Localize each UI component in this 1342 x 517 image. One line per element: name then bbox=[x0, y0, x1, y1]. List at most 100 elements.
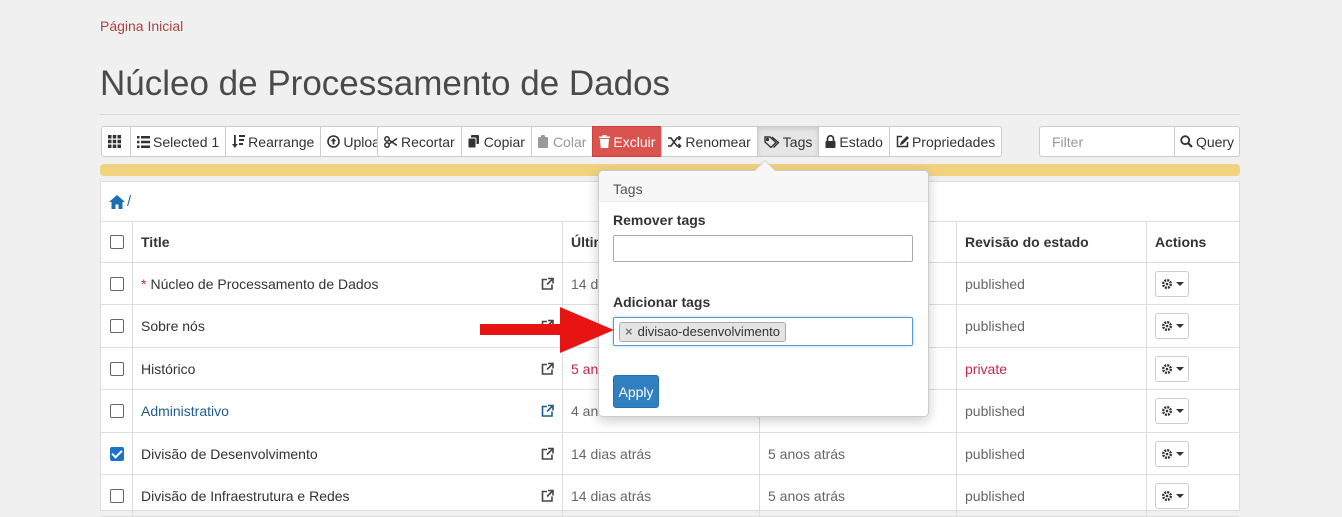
trash-icon bbox=[599, 135, 611, 148]
row-state-cell: private bbox=[957, 348, 1147, 389]
select-all-checkbox[interactable] bbox=[109, 235, 124, 249]
shuffle-icon bbox=[668, 135, 683, 148]
row-actions-button[interactable] bbox=[1155, 313, 1189, 339]
header-state[interactable]: Revisão do estado bbox=[957, 222, 1147, 262]
list-icon bbox=[137, 135, 150, 148]
rearrange-label: Rearrange bbox=[248, 133, 315, 150]
row-checkbox[interactable] bbox=[109, 404, 124, 418]
row-checkbox[interactable] bbox=[109, 446, 124, 461]
paste-label: Colar bbox=[552, 133, 587, 150]
title-divider bbox=[100, 114, 1240, 115]
row-title-cell: Divisão de Infraestrutura e Redes bbox=[133, 475, 563, 516]
row-state-cell: published bbox=[957, 305, 1147, 347]
copy-icon bbox=[467, 135, 479, 148]
header-actions: Actions bbox=[1155, 234, 1207, 250]
row-actions-cell bbox=[1147, 475, 1241, 516]
toolbar-group-view: Selected 1 Rearrange Upload bbox=[101, 126, 395, 157]
properties-button[interactable]: Propriedades bbox=[888, 126, 1003, 157]
header-title[interactable]: Title bbox=[133, 222, 563, 262]
paste-button[interactable]: Colar bbox=[530, 126, 594, 157]
row-actions-button[interactable] bbox=[1155, 440, 1189, 467]
row-title-link[interactable]: Histórico bbox=[141, 361, 195, 377]
table-row: Divisão de Infraestrutura e Redes 14 dia… bbox=[101, 475, 1239, 517]
chevron-down-icon bbox=[1175, 493, 1184, 498]
select-all-cell bbox=[101, 222, 133, 262]
rename-label: Renomear bbox=[685, 133, 751, 150]
rename-button[interactable]: Renomear bbox=[661, 126, 758, 157]
external-link-icon[interactable] bbox=[541, 489, 554, 502]
upload-icon bbox=[327, 135, 341, 148]
row-title-link[interactable]: Administrativo bbox=[141, 403, 229, 419]
row-actions-button[interactable] bbox=[1155, 355, 1189, 382]
row-select-cell bbox=[101, 390, 133, 432]
remove-tags-input[interactable] bbox=[613, 235, 913, 262]
cut-label: Recortar bbox=[401, 133, 455, 150]
search-icon bbox=[1180, 135, 1193, 148]
gear-icon bbox=[1161, 363, 1172, 374]
row-actions-button[interactable] bbox=[1155, 270, 1189, 297]
edit-icon bbox=[896, 135, 909, 148]
row-title-cell: Administrativo bbox=[133, 390, 563, 432]
sort-icon bbox=[232, 135, 246, 148]
row-actions-cell bbox=[1147, 433, 1241, 474]
gear-icon bbox=[1161, 321, 1172, 331]
chevron-down-icon bbox=[1175, 324, 1184, 328]
delete-button[interactable]: Excluir bbox=[592, 126, 663, 157]
row-title-link[interactable]: Sobre nós bbox=[141, 318, 205, 334]
row-checkbox[interactable] bbox=[109, 319, 124, 333]
tag-remove-icon[interactable]: × bbox=[625, 324, 633, 339]
state-button[interactable]: Estado bbox=[818, 126, 890, 157]
home-icon[interactable] bbox=[109, 194, 125, 209]
copy-button[interactable]: Copiar bbox=[460, 126, 532, 157]
breadcrumb-home-link[interactable]: Página Inicial bbox=[100, 18, 183, 34]
state-label: Estado bbox=[839, 133, 883, 150]
rearrange-button[interactable]: Rearrange bbox=[225, 126, 322, 157]
row-select-cell bbox=[101, 475, 133, 516]
tags-label: Tags bbox=[782, 133, 813, 150]
row-checkbox[interactable] bbox=[109, 276, 124, 291]
external-link-icon[interactable] bbox=[541, 404, 554, 418]
row-actions-button[interactable] bbox=[1155, 398, 1189, 424]
row-published-cell: 5 anos atrás bbox=[760, 433, 957, 474]
cut-button[interactable]: Recortar bbox=[377, 126, 462, 157]
selected-button[interactable]: Selected 1 bbox=[130, 126, 227, 157]
row-title-link[interactable]: Divisão de Infraestrutura e Redes bbox=[141, 488, 350, 504]
external-link-icon[interactable] bbox=[541, 362, 554, 375]
table-row: Divisão de Desenvolvimento 14 dias atrás… bbox=[101, 433, 1239, 475]
filter-input[interactable] bbox=[1039, 126, 1175, 157]
delete-label: Excluir bbox=[613, 133, 656, 150]
row-state-cell: published bbox=[957, 475, 1147, 516]
row-checkbox[interactable] bbox=[109, 361, 124, 376]
row-title-link[interactable]: Divisão de Desenvolvimento bbox=[141, 446, 318, 462]
clipboard-icon bbox=[537, 135, 548, 148]
page-title: Núcleo de Processamento de Dados bbox=[100, 64, 671, 103]
tags-icon bbox=[764, 135, 780, 148]
row-select-cell bbox=[101, 348, 133, 389]
remove-tags-label: Remover tags bbox=[613, 212, 706, 228]
path-separator[interactable]: / bbox=[127, 193, 131, 210]
row-modified-cell: 14 dias atrás bbox=[563, 475, 760, 516]
query-button[interactable]: Query bbox=[1174, 126, 1240, 157]
required-star: * bbox=[141, 275, 147, 292]
gear-icon bbox=[1161, 490, 1172, 501]
row-title-link[interactable]: Núcleo de Processamento de Dados bbox=[150, 276, 378, 292]
row-actions-button[interactable] bbox=[1155, 482, 1189, 509]
row-modified-cell: 14 dias atrás bbox=[563, 433, 760, 474]
annotation-arrow-icon bbox=[480, 307, 614, 353]
apply-button[interactable]: Apply bbox=[613, 375, 659, 408]
row-select-cell bbox=[101, 433, 133, 474]
row-title-cell: * Núcleo de Processamento de Dados bbox=[133, 263, 563, 304]
row-state-cell: published bbox=[957, 390, 1147, 432]
row-state-cell: published bbox=[957, 433, 1147, 474]
scissors-icon bbox=[384, 135, 398, 148]
grid-view-button[interactable] bbox=[101, 126, 131, 157]
row-actions-cell bbox=[1147, 263, 1241, 304]
tags-button[interactable]: Tags bbox=[756, 126, 820, 157]
external-link-icon[interactable] bbox=[541, 277, 554, 290]
external-link-icon[interactable] bbox=[541, 447, 554, 460]
row-checkbox[interactable] bbox=[109, 488, 124, 503]
add-tags-input[interactable]: × divisao-desenvolvimento bbox=[613, 317, 913, 346]
properties-label: Propriedades bbox=[911, 133, 996, 150]
row-published-cell: 5 anos atrás bbox=[760, 475, 957, 516]
chevron-down-icon bbox=[1175, 281, 1184, 286]
